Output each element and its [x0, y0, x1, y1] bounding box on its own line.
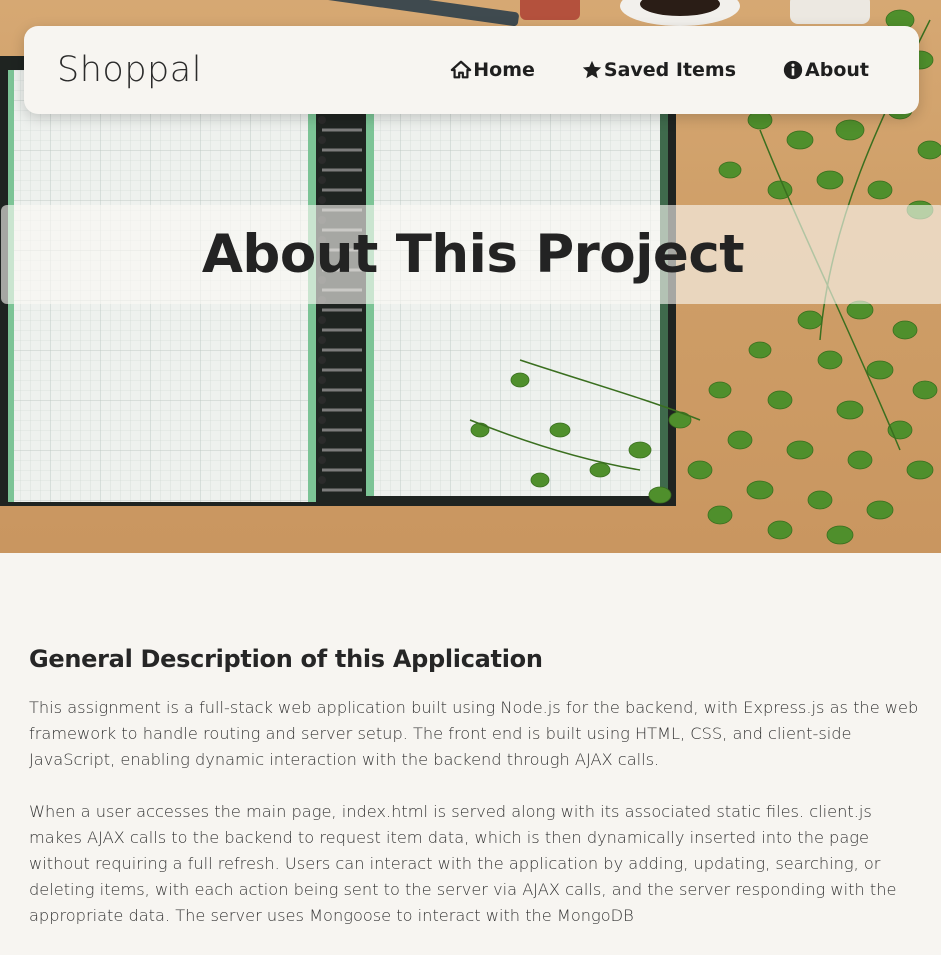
description-paragraph-1: This assignment is a full-stack web appl…	[29, 698, 919, 769]
home-icon	[450, 59, 472, 81]
nav-link-saved-items-label: Saved Items	[603, 59, 737, 81]
nav-link-home[interactable]: Home	[450, 59, 535, 81]
navbar: Shoppal Home Saved Items About	[24, 26, 919, 114]
nav-link-home-label: Home	[473, 59, 535, 81]
nav-links: Home Saved Items About	[450, 59, 869, 81]
nav-link-saved-items[interactable]: Saved Items	[581, 59, 736, 81]
page-title: About This Project	[201, 224, 745, 285]
description-paragraph-2: When a user accesses the main page, inde…	[29, 802, 897, 925]
star-icon	[581, 59, 603, 81]
page-title-banner: About This Project	[1, 205, 941, 304]
section-heading: General Description of this Application	[29, 645, 543, 673]
nav-link-about-label: About	[805, 59, 869, 81]
nav-link-about[interactable]: About	[782, 59, 869, 81]
main-content: General Description of this Application …	[29, 645, 919, 955]
info-icon	[782, 59, 804, 81]
brand-logo[interactable]: Shoppal	[57, 50, 450, 90]
